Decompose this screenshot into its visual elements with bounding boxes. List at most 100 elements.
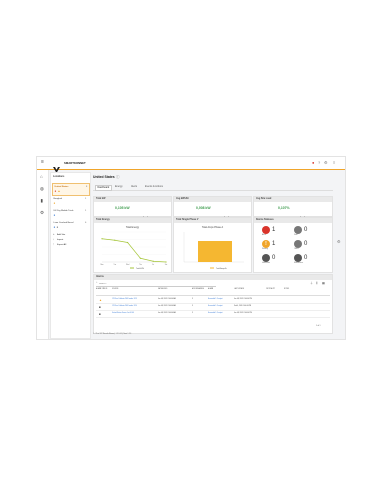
alarm-table: ALARM STATUS SOURCE DATE ACKED ACK REMAININ… bbox=[96, 288, 330, 324]
status-maintenance[interactable]: 0 Maintenance bbox=[294, 254, 322, 267]
x-tick-label: Tue bbox=[113, 264, 116, 266]
single-phase-panel: Total Single Phase V Total Amps Phase A … bbox=[173, 217, 252, 273]
globe-icon[interactable]: ◍ bbox=[40, 186, 44, 192]
kpi-title: Total kW bbox=[94, 197, 171, 202]
settings-top-icon[interactable]: ⚙ bbox=[324, 160, 328, 165]
warning-dot-icon: ● bbox=[53, 200, 56, 205]
total-energy-panel: Total Energy Total Energy Total kWh Mon T… bbox=[93, 217, 172, 273]
import-icon: ↓ bbox=[53, 238, 55, 241]
status-label: Offline bbox=[294, 249, 299, 250]
tab-alerts[interactable]: Alerts bbox=[131, 185, 137, 188]
column-header[interactable]: ALARM STATUS bbox=[96, 289, 108, 291]
plus-icon: + bbox=[53, 233, 55, 236]
gear-icon[interactable]: ⚙ bbox=[337, 240, 341, 244]
column-header[interactable]: NOTES bbox=[284, 289, 314, 291]
status-count: 0 bbox=[304, 254, 308, 261]
settings-rail-icon[interactable]: ⚙ bbox=[40, 210, 44, 216]
status-information[interactable]: 0 Information bbox=[262, 254, 290, 267]
alarm[interactable]: Exceeded 1.3 output bbox=[208, 299, 223, 301]
tab-dashboard[interactable]: Dashboard bbox=[95, 185, 112, 191]
sidebar-action-add-site[interactable]: + Add Site bbox=[53, 233, 87, 238]
home-icon[interactable]: ⌂ bbox=[40, 174, 43, 180]
filter-icon[interactable]: ⏚ bbox=[310, 282, 313, 285]
alarm-search-input[interactable] bbox=[99, 282, 209, 286]
help-icon[interactable]: ? bbox=[318, 160, 320, 165]
alarm-icon bbox=[262, 226, 270, 234]
x-tick-label: Wed bbox=[126, 264, 129, 266]
x-tick-label: Fri bbox=[152, 264, 155, 266]
tab-energy[interactable]: Energy bbox=[115, 185, 123, 188]
footer-text: 1 - 25 of 127 Results Shown | 1 2 3 4 5 … bbox=[93, 333, 132, 335]
left-nav-rail: ⌂ ◍ ▮ ⚙ bbox=[37, 170, 49, 339]
pagination[interactable]: 1 of 1 bbox=[316, 325, 321, 328]
sidebar-action-export[interactable]: ↑ Export All bbox=[53, 243, 87, 248]
x-tick-label: Sat bbox=[165, 263, 168, 266]
column-header[interactable]: SOURCE bbox=[112, 289, 142, 291]
user-menu-icon[interactable]: ≡ bbox=[333, 160, 335, 165]
right-rail: ⚙ bbox=[334, 170, 345, 339]
ack-remaining: 3 bbox=[192, 305, 193, 307]
source[interactable]: 123 Fun Calibrate PM4 nodes 12/3 bbox=[112, 299, 137, 301]
panel-title: Total Energy bbox=[94, 218, 171, 223]
status-label: Alarm bbox=[262, 235, 267, 236]
sidebar-action-label: Import bbox=[57, 239, 64, 242]
alarm[interactable]: Exceeded 1.3 output bbox=[208, 313, 223, 315]
info-dot-icon: ● bbox=[53, 212, 56, 217]
tab-bar: Dashboard Energy Alerts Events & Actions bbox=[93, 184, 333, 191]
status-offline[interactable]: 0 Offline bbox=[294, 240, 322, 253]
locations-sidebar: Locations United States 3 ● ▲ Bangkok 1 … bbox=[50, 172, 91, 339]
columns-icon[interactable]: ⫼ bbox=[316, 282, 317, 285]
info-icon bbox=[262, 254, 270, 262]
status-warning[interactable]: ! 1 Warning bbox=[262, 240, 290, 253]
total-energy-chart: Total Energy Total kWh Mon Tue Wed Thu Fri Sa… bbox=[100, 226, 168, 270]
app-window: ≡ SMARTKONNET ● ? ⚙ ≡ ⌂ ◍ ▮ ⚙ Locations … bbox=[36, 156, 346, 340]
date-acked: Jun 08, 2020 7:00:00 AM bbox=[158, 312, 176, 314]
data-point bbox=[101, 238, 103, 240]
status-alarm[interactable]: 1 Alarm bbox=[262, 226, 290, 239]
data-point bbox=[165, 261, 167, 263]
table-row[interactable]: ■ 123 Fun Calibrate PM4 nodes 12/4 Jun 08,… bbox=[96, 304, 330, 311]
phase-amps-chart: Total Amps Phase A Total Amps A bbox=[183, 226, 244, 270]
date-acked: Jun 08, 2020 7:00:00 AM bbox=[158, 305, 176, 307]
kpi-card-total-kw: Total kW 0,105 kW bbox=[93, 196, 172, 220]
notifications-icon[interactable]: ● bbox=[312, 160, 314, 165]
sidebar-item-count: 3 bbox=[86, 185, 88, 188]
grid-icon[interactable]: ▦ bbox=[322, 282, 325, 285]
data-point bbox=[127, 241, 129, 244]
alarm[interactable]: Exceeded 1.3 output bbox=[208, 306, 223, 308]
menu-icon[interactable]: ≡ bbox=[41, 160, 44, 165]
v-logo-icon[interactable] bbox=[53, 160, 60, 173]
sidebar-item-uk-dry-mobile[interactable]: UK Dry Mobile Trials 1 ● bbox=[52, 208, 88, 219]
status-icon: ■ bbox=[99, 311, 101, 316]
trend-chart-icon bbox=[142, 207, 148, 220]
status-fault[interactable]: 0 Fault bbox=[294, 226, 322, 239]
info-icon[interactable]: ⓘ bbox=[116, 175, 120, 180]
source[interactable]: United States Demo 4 m 66 66 bbox=[112, 313, 134, 315]
sidebar-item-count: 1 bbox=[85, 209, 87, 212]
last-update: Jun 08, 2020 7:00:00 PM bbox=[234, 298, 252, 300]
energy-line bbox=[101, 238, 167, 263]
table-row[interactable]: ■ United States Demo 4 m 66 66 Jun 08, 202… bbox=[96, 311, 330, 318]
info-dot-icon: ● bbox=[53, 224, 56, 229]
table-row[interactable]: ▲ 123 Fun Calibrate PM4 nodes 12/3 Jun 08,… bbox=[96, 297, 330, 304]
search-icon: ⌕ bbox=[96, 281, 98, 284]
data-point bbox=[152, 260, 154, 262]
column-header[interactable]: LAST UPDATE bbox=[234, 289, 264, 291]
kpi-card-avg-kwh: Avg kWh/Hr 0,008 kW bbox=[173, 196, 252, 220]
ack-remaining: 3 bbox=[192, 312, 193, 314]
column-header[interactable]: DATE ACKED bbox=[158, 289, 188, 291]
device-status-panel: Device Statuses 1 Alarm 0 Fault! 1 Warning 0 Of… bbox=[253, 217, 333, 273]
sidebar-item-lime-cracked[interactable]: Lime Cracked Barrel 0 ● ● bbox=[52, 220, 88, 231]
source[interactable]: 123 Fun Calibrate PM4 nodes 12/4 bbox=[112, 306, 137, 308]
tab-events-actions[interactable]: Events & Actions bbox=[145, 185, 163, 188]
status-label: Warning bbox=[262, 249, 268, 250]
sidebar-item-bangkok[interactable]: Bangkok 1 ● bbox=[52, 196, 88, 207]
sidebar-action-import[interactable]: ↓ Import bbox=[53, 238, 87, 243]
legend-swatch bbox=[130, 267, 134, 269]
x-tick-label: Mon bbox=[100, 264, 103, 266]
sidebar-item-united-states[interactable]: United States 3 ● ▲ bbox=[52, 183, 90, 196]
sidebar-item-label: Lime Cracked Barrel bbox=[53, 221, 74, 224]
chart-title: Total Amps Phase A bbox=[202, 226, 224, 229]
kpi-value: 0,107% bbox=[278, 206, 290, 210]
device-icon[interactable]: ▮ bbox=[41, 198, 43, 204]
